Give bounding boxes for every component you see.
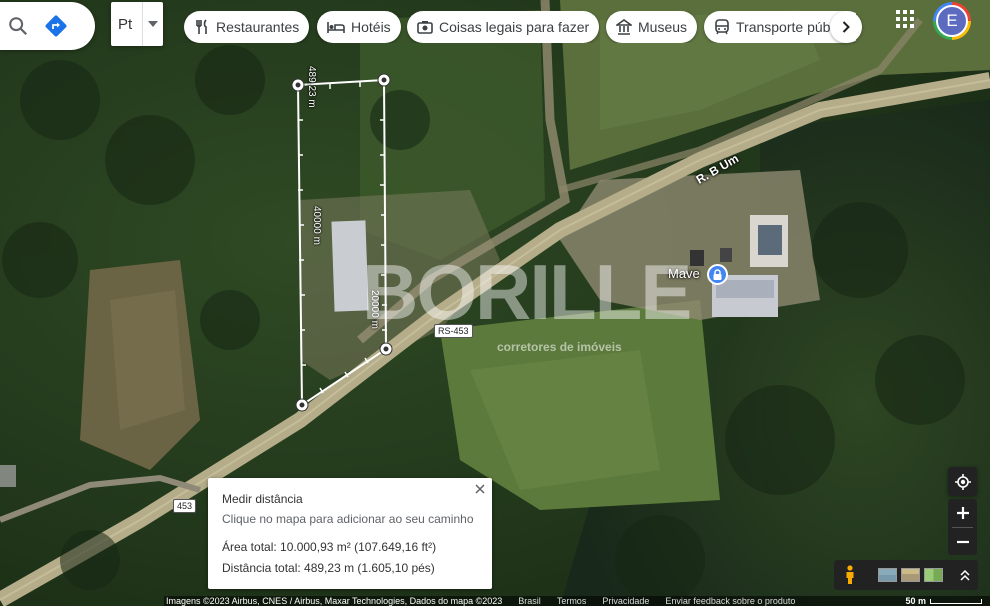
- category-chips: Restaurantes Hotéis Coisas legais para f…: [184, 11, 856, 43]
- total-area-text: Área total: 10.000,93 m² (107.649,16 ft²…: [222, 540, 437, 554]
- museum-icon: [616, 19, 632, 35]
- chevron-right-icon: [842, 21, 850, 33]
- plus-icon: [956, 507, 969, 519]
- restaurant-icon: [196, 19, 207, 34]
- chip-label: Coisas legais para fazer: [439, 19, 590, 35]
- chip-things-to-do[interactable]: Coisas legais para fazer: [407, 11, 599, 43]
- scale-bar: [930, 598, 982, 604]
- segment-length-label: 489,23 m: [306, 66, 317, 108]
- measurement-vertex[interactable]: [295, 398, 309, 412]
- measure-card-title: Medir distância: [222, 492, 303, 506]
- measurement-vertex[interactable]: [291, 78, 305, 92]
- my-location-button[interactable]: [948, 467, 977, 496]
- camera-icon: [417, 21, 433, 34]
- zoom-in-button[interactable]: [948, 499, 977, 527]
- layers-strip: [834, 560, 978, 590]
- language-layer-select[interactable]: Pt: [111, 2, 163, 46]
- route-shield: 453: [173, 499, 197, 513]
- field: [110, 290, 185, 430]
- building: [690, 250, 704, 266]
- segment-length-label: 40000 m: [311, 206, 322, 245]
- footer-link-feedback[interactable]: Enviar feedback sobre o produto: [665, 596, 795, 606]
- map-scale[interactable]: 50 m: [905, 596, 990, 606]
- chip-label: Restaurantes: [216, 19, 300, 35]
- footer-link-terms[interactable]: Termos: [557, 596, 587, 606]
- apps-grid-icon[interactable]: [896, 10, 920, 34]
- chip-museums[interactable]: Museus: [606, 11, 697, 43]
- measurement-vertex[interactable]: [379, 342, 393, 356]
- chip-label: Hotéis: [351, 19, 391, 35]
- chevron-down-icon[interactable]: [143, 21, 163, 27]
- watermark-subtitle: corretores de imóveis: [497, 340, 622, 354]
- layer-thumb-satellite[interactable]: [878, 568, 897, 582]
- pegman-icon[interactable]: [840, 565, 860, 585]
- chips-next-button[interactable]: [830, 11, 862, 43]
- layer-thumb-terrain[interactable]: [901, 568, 920, 582]
- lock-pin-icon[interactable]: [707, 264, 728, 285]
- measure-distance-card: Medir distância Clique no mapa para adic…: [208, 478, 492, 589]
- directions-icon[interactable]: [44, 14, 68, 38]
- measure-card-hint: Clique no mapa para adicionar ao seu cam…: [222, 512, 474, 526]
- hotel-icon: [327, 22, 345, 33]
- total-distance-text: Distância total: 489,23 m (1.605,10 pés): [222, 561, 435, 575]
- measurement-vertex[interactable]: [377, 73, 391, 87]
- my-location-icon: [954, 473, 971, 490]
- building: [758, 225, 782, 255]
- transit-icon: [715, 19, 729, 35]
- search-box[interactable]: [0, 2, 95, 50]
- minus-icon: [956, 540, 969, 544]
- avatar-letter: E: [936, 5, 968, 37]
- map-footer: Imagens ©2023 Airbus, CNES / Airbus, Max…: [164, 596, 990, 606]
- layer-select-label: Pt: [111, 2, 143, 46]
- chip-hotels[interactable]: Hotéis: [317, 11, 401, 43]
- zoom-out-button[interactable]: [948, 528, 977, 556]
- expand-up-icon[interactable]: [960, 569, 970, 581]
- layer-thumb-map[interactable]: [924, 568, 943, 582]
- search-icon[interactable]: [6, 14, 30, 38]
- footer-link-privacy[interactable]: Privacidade: [602, 596, 649, 606]
- chip-label: Museus: [638, 19, 688, 35]
- building: [720, 248, 732, 262]
- chip-restaurants[interactable]: Restaurantes: [184, 11, 309, 43]
- imagery-attribution: Imagens ©2023 Airbus, CNES / Airbus, Max…: [166, 596, 503, 606]
- building: [0, 465, 16, 487]
- close-icon[interactable]: [472, 481, 488, 497]
- zoom-controls: [948, 499, 977, 555]
- scale-label: 50 m: [905, 596, 926, 606]
- account-avatar[interactable]: E: [933, 2, 971, 40]
- watermark-logo: BORILLE: [362, 248, 692, 336]
- building: [716, 280, 774, 298]
- footer-link-country[interactable]: Brasil: [518, 596, 541, 606]
